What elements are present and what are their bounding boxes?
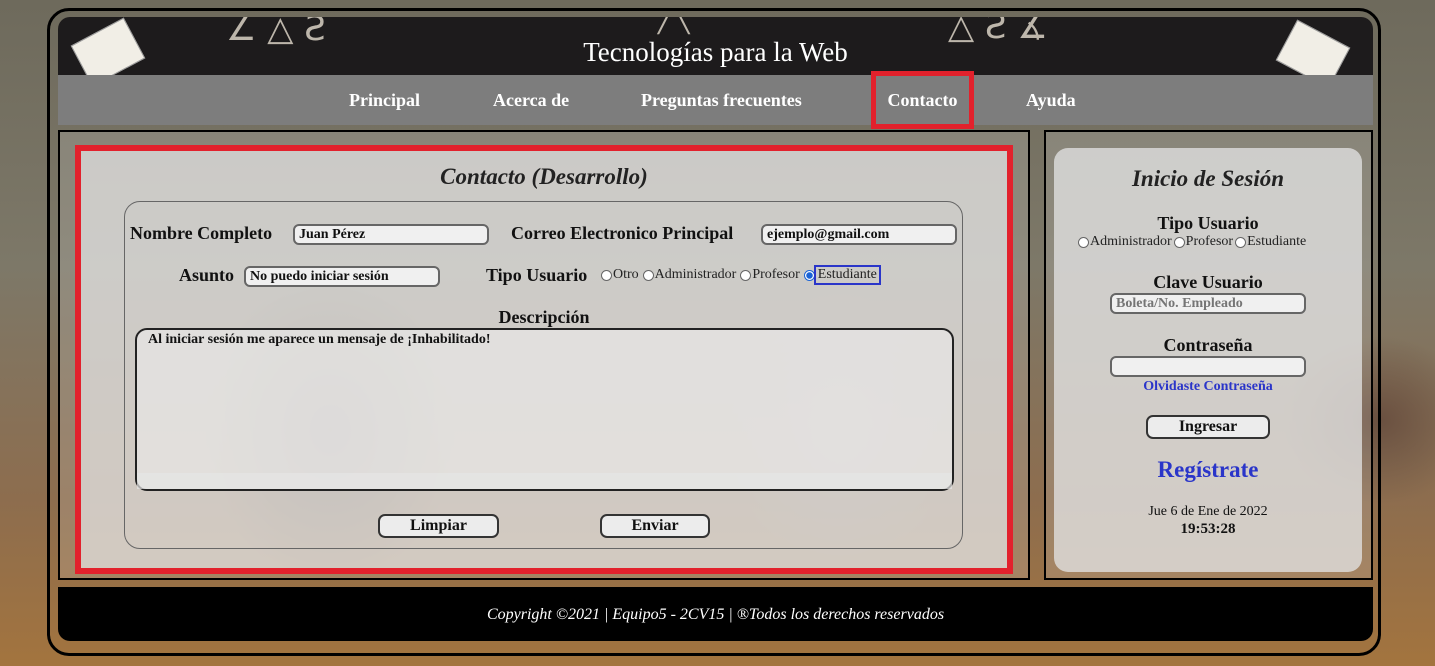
forgot-password-link[interactable]: Olvidaste Contraseña — [1054, 379, 1362, 395]
name-input[interactable] — [293, 224, 489, 245]
radio-option-profesor[interactable]: Profesor — [740, 267, 800, 283]
login-radio-administrador[interactable]: Administrador — [1078, 234, 1172, 250]
login-button[interactable]: Ingresar — [1146, 415, 1270, 439]
current-time: 19:53:28 — [1180, 521, 1236, 537]
subject-input[interactable] — [244, 266, 440, 287]
chalk-doodle-decoration: ╱╲ — [658, 17, 690, 35]
main-nav: Principal Acerca de Preguntas frecuentes… — [58, 71, 1373, 129]
radio-button[interactable] — [740, 269, 752, 281]
footer-copyright: Copyright ©2021 | Equipo5 - 2CV15 | ®Tod… — [486, 606, 945, 623]
radio-button[interactable] — [1078, 236, 1089, 248]
description-label: Descripción — [498, 307, 590, 327]
password-input[interactable] — [1110, 356, 1306, 377]
contact-title: Contacto (Desarrollo) — [440, 164, 648, 189]
clear-button[interactable]: Limpiar — [378, 514, 499, 538]
nav-item-principal[interactable]: Principal — [349, 75, 420, 125]
nav-item-preguntas-frecuentes[interactable]: Preguntas frecuentes — [641, 75, 802, 125]
site-title: Tecnologías para la Web — [583, 37, 848, 67]
key-label: Clave Usuario — [1153, 272, 1263, 292]
login-title: Inicio de Sesión — [1131, 166, 1285, 191]
radio-option-administrador[interactable]: Administrador — [642, 267, 736, 283]
description-textarea[interactable]: Al iniciar sesión me aparece un mensaje … — [135, 328, 954, 491]
name-label: Nombre Completo — [130, 223, 273, 243]
register-link[interactable]: Regístrate — [1054, 457, 1362, 483]
radio-option-otro[interactable]: Otro — [601, 267, 639, 283]
footer: Copyright ©2021 | Equipo5 - 2CV15 | ®Tod… — [58, 587, 1373, 641]
send-button[interactable]: Enviar — [600, 514, 710, 538]
user-type-radio-group: Otro Administrador Profesor Estudiante — [601, 265, 883, 285]
radio-button[interactable] — [601, 269, 612, 281]
login-user-type-label: Tipo Usuario — [1157, 213, 1259, 233]
subject-label: Asunto — [179, 265, 235, 285]
radio-button[interactable] — [642, 269, 654, 281]
horizontal-scrollbar[interactable] — [137, 473, 952, 489]
password-label: Contraseña — [1163, 335, 1253, 355]
radio-option-estudiante[interactable]: Estudiante — [813, 265, 881, 285]
nav-item-acerca-de[interactable]: Acerca de — [493, 75, 569, 125]
radio-button[interactable] — [1173, 236, 1185, 248]
email-label: Correo Electronico Principal — [511, 223, 734, 243]
current-date: Jue 6 de Ene de 2022 — [1148, 504, 1268, 519]
login-user-type-radio-group: Administrador Profesor Estudiante — [1078, 234, 1310, 250]
radio-button-selected[interactable] — [803, 269, 815, 281]
nav-item-contacto[interactable]: Contacto — [871, 71, 974, 129]
user-type-label: Tipo Usuario — [486, 265, 588, 285]
key-input[interactable] — [1110, 293, 1306, 314]
login-radio-profesor[interactable]: Profesor — [1173, 234, 1233, 250]
radio-button[interactable] — [1235, 236, 1247, 248]
login-radio-estudiante[interactable]: Estudiante — [1235, 234, 1306, 250]
email-input[interactable] — [761, 224, 957, 245]
nav-item-ayuda[interactable]: Ayuda — [1026, 75, 1076, 125]
header-banner: ∠ △ Ƨ △ Ƨ ∡ ╱╲ Tecnologías para la Web — [58, 17, 1373, 75]
